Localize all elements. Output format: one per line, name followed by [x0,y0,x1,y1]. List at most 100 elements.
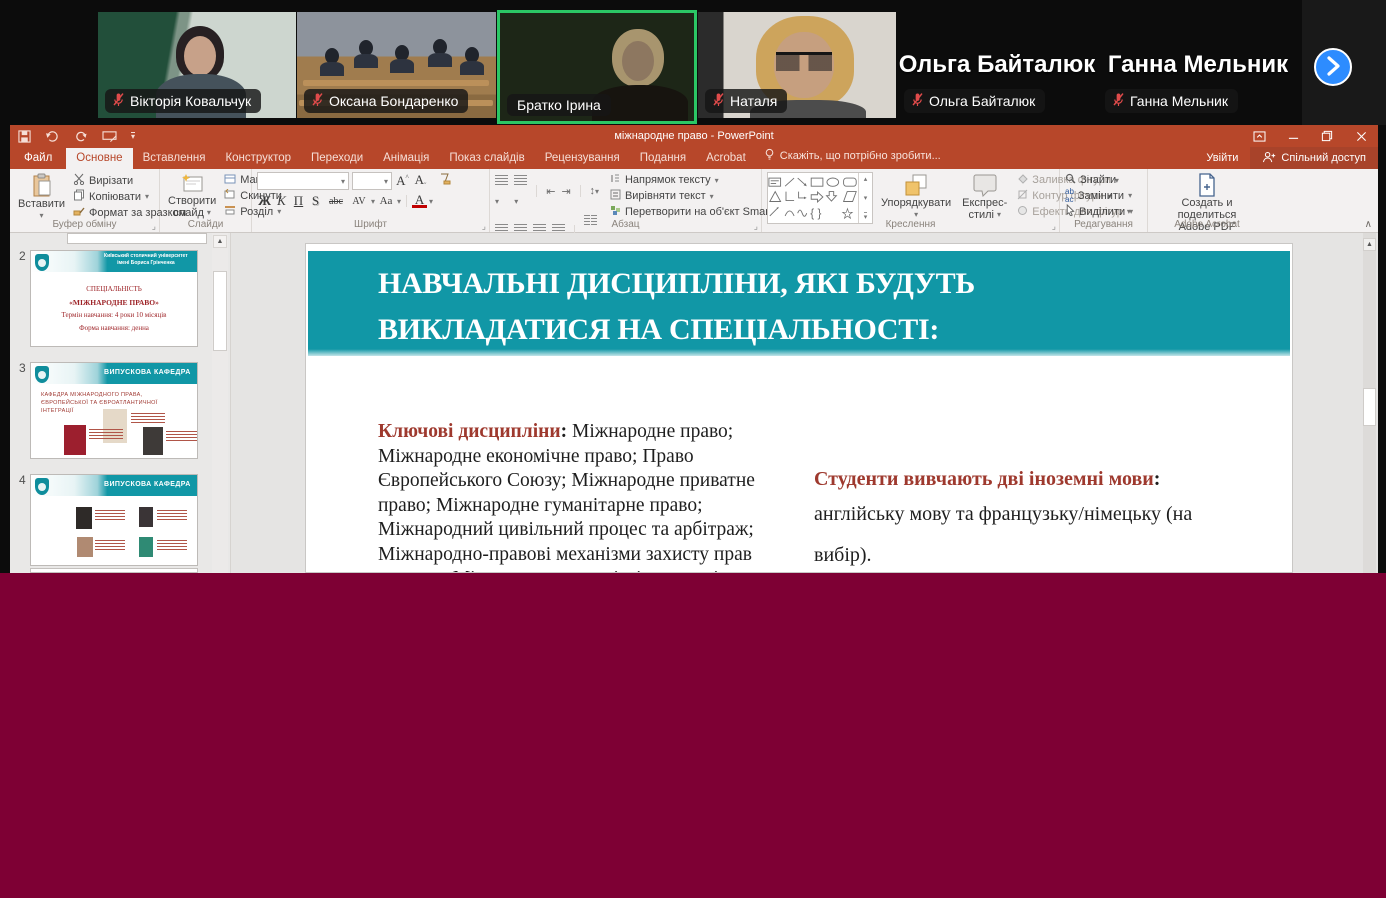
video-tile-viktoriia[interactable]: Вікторія Ковальчук [98,12,296,118]
undo-icon[interactable] [45,130,60,143]
slide-scrollbar[interactable]: ▲ [1363,233,1376,573]
restore-icon[interactable] [1310,125,1344,147]
shrink-font-button[interactable]: Aˇ [413,172,428,190]
thumbnail-scrollbar[interactable]: ▲ [212,233,228,573]
slide-header-bar: ВИПУСКОВА КАФЕДРА [31,475,197,496]
scroll-up-button[interactable]: ▲ [1363,238,1376,251]
tab-slideshow[interactable]: Показ слайдів [439,148,534,169]
video-tile-oksana[interactable]: Оксана Бондаренко [297,12,496,118]
svg-text:{: { [810,207,814,220]
font-color-button[interactable]: A [412,194,427,208]
scrollbar-thumb[interactable] [213,271,227,351]
find-button[interactable]: Знайти [1065,173,1133,187]
text-direction-icon [610,173,621,187]
video-tile-natalia[interactable]: Наталя [698,12,896,118]
close-icon[interactable] [1344,125,1378,147]
redo-icon[interactable] [74,130,88,143]
dialog-launcher-icon[interactable]: ⌟ [152,222,156,231]
participant-name-tag: Братко Ірина [507,94,611,116]
text-shadow-button[interactable]: S [308,193,323,209]
increase-indent-icon[interactable]: ⇥ [561,185,570,198]
person-plus-icon [1262,151,1276,166]
save-icon[interactable] [18,130,31,143]
tab-animations[interactable]: Анімація [373,148,439,169]
scroll-up-button[interactable]: ▲ [213,235,227,248]
decrease-indent-icon[interactable]: ⇤ [546,185,555,198]
window-controls [1242,125,1378,147]
arrange-button[interactable]: Упорядкувати ▾ [878,172,954,219]
participant-name: Вікторія Ковальчук [130,93,251,109]
cursor-icon [1065,204,1075,219]
slide-right-text-block[interactable]: Студенти вивчають дві іноземні мови: анг… [814,466,1284,573]
dialog-launcher-icon[interactable]: ⌟ [1052,222,1056,231]
share-button[interactable]: Спільний доступ [1250,147,1378,169]
slide-title-banner[interactable]: НАВЧАЛЬНІ ДИСЦИПЛІНИ, ЯКІ БУДУТЬ ВИКЛАДА… [308,251,1290,356]
gallery-scroll[interactable]: ▴ ▾ ▾ [858,173,872,223]
thumbnail-slide-2[interactable]: Київський столичний університетімені Бор… [30,250,198,347]
tell-me-text: Скажіть, що потрібно зробити... [780,150,941,162]
thumbnail-slide-1-partial[interactable] [67,233,207,244]
search-icon [1065,173,1076,187]
participant-name: Наталя [730,93,777,109]
customize-qat-icon[interactable]: ▾ [131,132,135,140]
ribbon-display-options-icon[interactable] [1242,125,1276,147]
slide-left-text-block[interactable]: Ключові дисципліни: Міжнародне право; Мі… [378,420,776,573]
character-spacing-button[interactable]: AV [349,196,369,207]
dropdown-arrow-icon: ▾ [1128,191,1132,200]
clear-formatting-button[interactable] [437,173,452,189]
shape-outline-icon [1017,189,1028,203]
group-font: ▾ ▾ A^ Aˇ Ж К П S abc AV ▾ Aa ▾ [252,169,490,232]
tab-review[interactable]: Рецензування [535,148,630,169]
video-tile-bratko-active-speaker[interactable]: Братко Ірина [497,10,697,124]
quick-styles-button[interactable]: Експрес- стилі▾ [959,172,1010,219]
tab-file[interactable]: Файл [10,148,66,169]
group-label: Шрифт [252,219,489,232]
select-button[interactable]: Виділити ▾ [1065,204,1133,219]
bullets-icon[interactable]: ▾ [495,173,508,209]
tab-design[interactable]: Конструктор [215,148,301,169]
tab-acrobat[interactable]: Acrobat [696,148,756,169]
replace-button[interactable]: abac Замінити ▾ [1065,188,1133,203]
thumbnail-slide-3[interactable]: ВИПУСКОВА КАФЕДРА КАФЕДРА МІЖНАРОДНОГО П… [30,362,198,459]
grow-font-button[interactable]: A^ [395,173,410,189]
group-drawing: { } ▴ ▾ ▾ Упорядкувати ▾ [762,169,1060,232]
tell-me-box[interactable]: Скажіть, що потрібно зробити... [756,144,949,169]
video-tile-olha-no-video[interactable]: Ольга Байталюк Ольга Байталюк [897,12,1097,118]
sign-in-button[interactable]: Увійти [1194,152,1250,164]
new-slide-button[interactable]: Створити слайд▾ [165,172,219,219]
collapse-ribbon-icon[interactable]: ∧ [1365,219,1372,230]
shapes-gallery[interactable]: { } ▴ ▾ ▾ [767,172,873,224]
start-slideshow-icon[interactable] [102,130,117,143]
caption-text-lines [157,540,187,552]
university-logo [35,254,49,271]
tab-view[interactable]: Подання [630,148,696,169]
next-participants-button[interactable] [1314,48,1352,86]
underline-button[interactable]: П [291,193,306,209]
scrollbar-thumb[interactable] [1363,388,1376,426]
tab-transitions[interactable]: Переходи [301,148,373,169]
participant-name-tag: Оксана Бондаренко [304,89,468,113]
group-slides: Створити слайд▾ Макет ▾ Скинути [160,169,252,232]
thumbnail-slide-4[interactable]: ВИПУСКОВА КАФЕДРА [30,474,198,566]
video-tile-hanna-no-video[interactable]: Ганна Мельник Ганна Мельник [1098,12,1298,118]
group-label: Adobe Acrobat [1148,219,1266,232]
slide-canvas[interactable]: НАВЧАЛЬНІ ДИСЦИПЛІНИ, ЯКІ БУДУТЬ ВИКЛАДА… [305,243,1293,573]
font-name-combobox[interactable]: ▾ [257,172,349,190]
numbering-icon[interactable]: ▾ [514,173,527,209]
font-size-combobox[interactable]: ▾ [352,172,392,190]
tab-insert[interactable]: Вставлення [133,148,216,169]
paste-button[interactable]: Вставити ▾ [15,172,68,219]
dialog-launcher-icon[interactable]: ⌟ [482,222,486,231]
minimize-icon[interactable] [1276,125,1310,147]
portrait-photo [64,425,86,455]
dialog-launcher-icon[interactable]: ⌟ [754,222,758,231]
bold-button[interactable]: Ж [257,193,272,209]
line-spacing-icon[interactable]: ↕▾ [589,185,599,197]
tab-home-active[interactable]: Основне [66,148,132,169]
group-label: Слайди [160,219,251,232]
slide-editor-area: НАВЧАЛЬНІ ДИСЦИПЛІНИ, ЯКІ БУДУТЬ ВИКЛАДА… [231,233,1378,573]
change-case-button[interactable]: Aa [377,195,395,207]
strikethrough-button[interactable]: abc [325,196,347,207]
create-pdf-button[interactable]: Создать и поделиться Adobe PDF [1153,172,1261,219]
italic-button[interactable]: К [274,193,289,209]
